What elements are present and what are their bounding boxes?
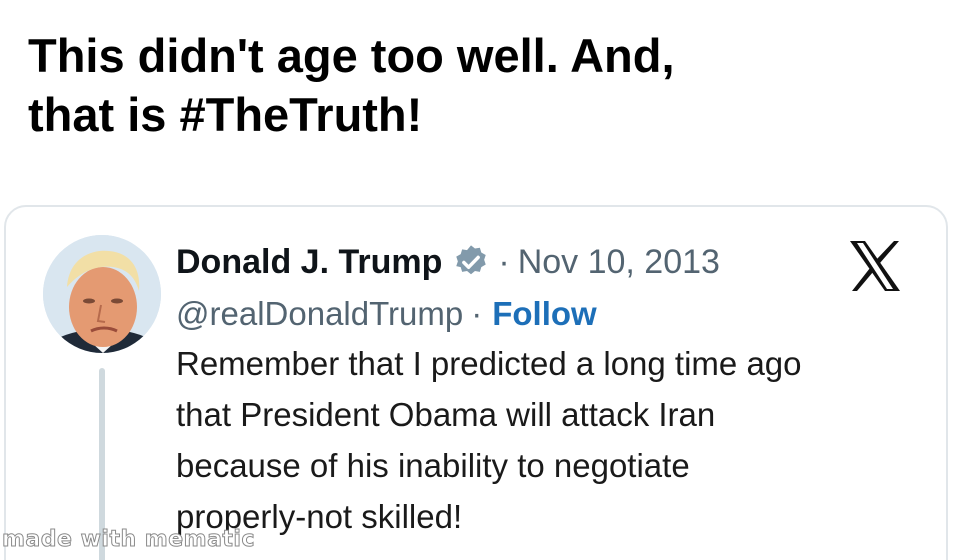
tweet-text-line: because of his inability to negotiate <box>176 447 690 484</box>
tweet-text-line: Remember that I predicted a long time ag… <box>176 345 802 382</box>
handle-separator: · <box>471 295 483 332</box>
tweet-text: Remember that I predicted a long time ag… <box>176 338 936 542</box>
caption-line-1: This didn't age too well. And, <box>28 29 675 82</box>
avatar-portrait-image <box>43 235 161 353</box>
header-separator: · <box>498 242 510 281</box>
tweet-header: Donald J. Trump · Nov 10, 2013 <box>176 240 720 284</box>
meme-caption: This didn't age too well. And, that is #… <box>28 26 928 144</box>
x-logo-icon[interactable] <box>846 238 904 294</box>
handle-row: @realDonaldTrump · Follow <box>176 292 597 336</box>
verified-badge-icon <box>452 243 490 281</box>
tweet-date[interactable]: Nov 10, 2013 <box>518 243 720 282</box>
user-handle[interactable]: @realDonaldTrump <box>176 295 463 333</box>
tweet-text-line: that President Obama will attack Iran <box>176 396 716 433</box>
display-name[interactable]: Donald J. Trump <box>176 243 442 282</box>
watermark-text: made with mematic <box>1 527 256 553</box>
avatar[interactable] <box>43 235 161 353</box>
caption-line-2: that is #TheTruth! <box>28 88 423 141</box>
tweet-text-line: properly-not skilled! <box>176 498 463 535</box>
follow-button[interactable]: Follow <box>492 295 596 333</box>
